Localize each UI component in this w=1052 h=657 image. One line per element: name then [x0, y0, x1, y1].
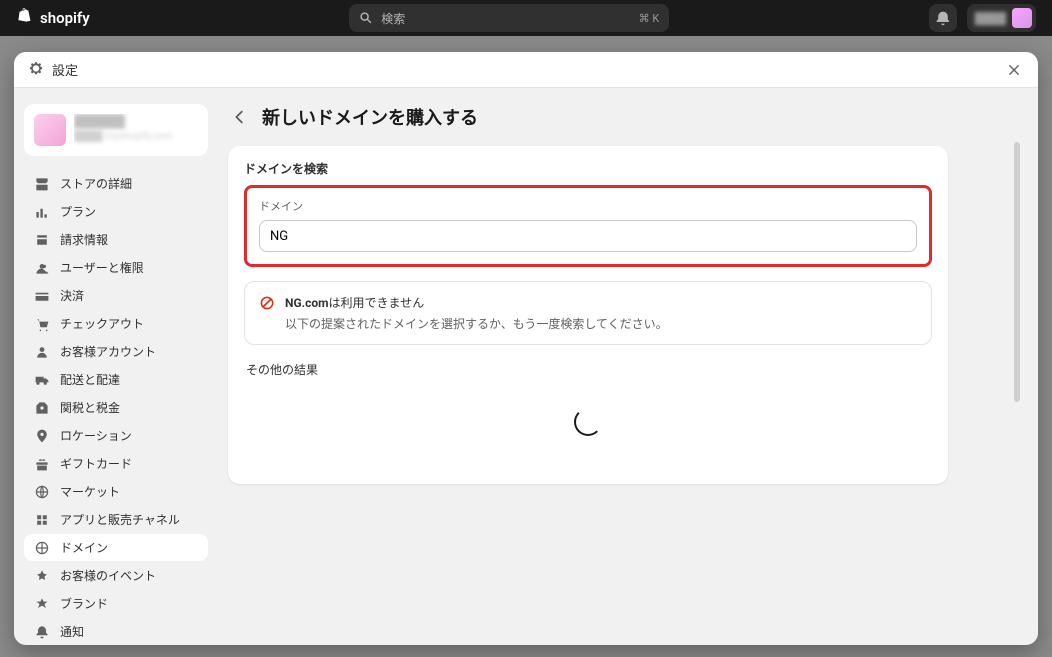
other-results-label: その他の結果	[246, 361, 932, 378]
domain-input-highlight: ドメイン	[244, 185, 932, 267]
accounts-icon	[34, 344, 50, 360]
domain-input[interactable]	[259, 220, 917, 252]
store-avatar	[34, 114, 66, 146]
sidebar-item-label: アプリと販売チャネル	[60, 511, 180, 528]
alert-title: NG.comは利用できません	[285, 294, 668, 311]
billing-icon	[34, 232, 50, 248]
modal-title: 設定	[52, 60, 78, 79]
shipping-icon	[34, 372, 50, 388]
sidebar-item-accounts[interactable]: お客様アカウント	[24, 338, 208, 365]
page-title: 新しいドメインを購入する	[262, 104, 478, 130]
sidebar-item-markets[interactable]: マーケット	[24, 478, 208, 505]
sidebar-item-users[interactable]: ユーザーと権限	[24, 254, 208, 281]
main-content: 新しいドメインを購入する ドメインを検索 ドメイン NG.comは利用できません…	[214, 88, 1038, 645]
sidebar-item-notifications[interactable]: 通知	[24, 618, 208, 645]
unavailable-alert: NG.comは利用できません 以下の提案されたドメインを選択するか、もう一度検索…	[244, 281, 932, 345]
payments-icon	[34, 288, 50, 304]
gift-icon	[34, 456, 50, 472]
loading-spinner	[244, 388, 932, 466]
sidebar-item-label: 請求情報	[60, 231, 108, 248]
sidebar-item-label: ブランド	[60, 595, 108, 612]
back-button[interactable]	[228, 105, 252, 129]
sidebar-item-label: ユーザーと権限	[60, 259, 144, 276]
taxes-icon	[34, 400, 50, 416]
sidebar-item-shipping[interactable]: 配送と配達	[24, 366, 208, 393]
scrollbar[interactable]	[1014, 142, 1020, 627]
sidebar-item-plan[interactable]: プラン	[24, 198, 208, 225]
markets-icon	[34, 484, 50, 500]
sidebar-item-checkout[interactable]: チェックアウト	[24, 310, 208, 337]
sidebar-item-label: マーケット	[60, 483, 120, 500]
search-kbd: ⌘ K	[639, 12, 660, 25]
sidebar-item-domains[interactable]: ドメイン	[24, 534, 208, 561]
search-icon	[359, 11, 373, 25]
plan-icon	[34, 204, 50, 220]
store-name: ██████	[74, 114, 173, 128]
sidebar-item-events[interactable]: お客様のイベント	[24, 562, 208, 589]
sidebar-item-label: ドメイン	[60, 539, 108, 556]
apps-icon	[34, 512, 50, 528]
sidebar-item-brand[interactable]: ブランド	[24, 590, 208, 617]
sidebar-item-locations[interactable]: ロケーション	[24, 422, 208, 449]
sidebar-item-label: ロケーション	[60, 427, 132, 444]
search-bar[interactable]: 検索 ⌘ K	[349, 4, 669, 32]
shopify-icon	[16, 8, 34, 28]
sidebar-item-label: 決済	[60, 287, 84, 304]
prohibit-icon	[259, 295, 275, 311]
avatar	[1012, 8, 1032, 28]
sidebar-item-label: お客様のイベント	[60, 567, 156, 584]
search-card-label: ドメインを検索	[244, 160, 932, 177]
sidebar-item-label: 関税と税金	[60, 399, 120, 416]
events-icon	[34, 568, 50, 584]
input-label: ドメイン	[259, 198, 917, 214]
sidebar-item-billing[interactable]: 請求情報	[24, 226, 208, 253]
sidebar-item-label: ギフトカード	[60, 455, 132, 472]
modal-header: 設定	[14, 52, 1038, 88]
sidebar-item-label: お客様アカウント	[60, 343, 156, 360]
sidebar-item-gift[interactable]: ギフトカード	[24, 450, 208, 477]
settings-sidebar: ██████ ████.myshopify.com ストアの詳細プラン請求情報ユ…	[14, 88, 214, 645]
brand-icon	[34, 596, 50, 612]
topbar: shopify 検索 ⌘ K ████	[0, 0, 1052, 36]
users-icon	[34, 260, 50, 276]
close-button[interactable]	[1004, 60, 1024, 80]
store-icon	[34, 176, 50, 192]
search-placeholder: 検索	[381, 10, 405, 27]
sidebar-item-store[interactable]: ストアの詳細	[24, 170, 208, 197]
close-icon	[1007, 63, 1021, 77]
sidebar-item-label: チェックアウト	[60, 315, 144, 332]
bell-icon	[935, 10, 951, 26]
checkout-icon	[34, 316, 50, 332]
store-card[interactable]: ██████ ████.myshopify.com	[24, 104, 208, 156]
sidebar-item-payments[interactable]: 決済	[24, 282, 208, 309]
notifications-icon	[34, 624, 50, 640]
store-url: ████.myshopify.com	[74, 131, 173, 142]
notifications-button[interactable]	[929, 4, 957, 32]
user-menu[interactable]: ████	[967, 4, 1036, 32]
brand-text: shopify	[40, 9, 90, 27]
user-name: ████	[975, 12, 1006, 25]
settings-modal: 設定 ██████ ████.myshopify.com ストアの詳細プラン請求…	[14, 52, 1038, 645]
sidebar-item-apps[interactable]: アプリと販売チャネル	[24, 506, 208, 533]
sidebar-item-label: ストアの詳細	[60, 175, 132, 192]
domain-search-card: ドメインを検索 ドメイン NG.comは利用できません 以下の提案されたドメイン…	[228, 146, 948, 484]
sidebar-item-label: プラン	[60, 203, 96, 220]
alert-subtitle: 以下の提案されたドメインを選択するか、もう一度検索してください。	[285, 315, 668, 332]
sidebar-item-label: 通知	[60, 623, 84, 640]
domains-icon	[34, 540, 50, 556]
sidebar-item-label: 配送と配達	[60, 371, 120, 388]
arrow-left-icon	[231, 108, 249, 126]
locations-icon	[34, 428, 50, 444]
settings-nav: ストアの詳細プラン請求情報ユーザーと権限決済チェックアウトお客様アカウント配送と…	[24, 170, 208, 645]
gear-icon	[28, 62, 44, 78]
spinner-icon	[574, 408, 602, 436]
sidebar-item-taxes[interactable]: 関税と税金	[24, 394, 208, 421]
brand-logo[interactable]: shopify	[16, 8, 90, 28]
